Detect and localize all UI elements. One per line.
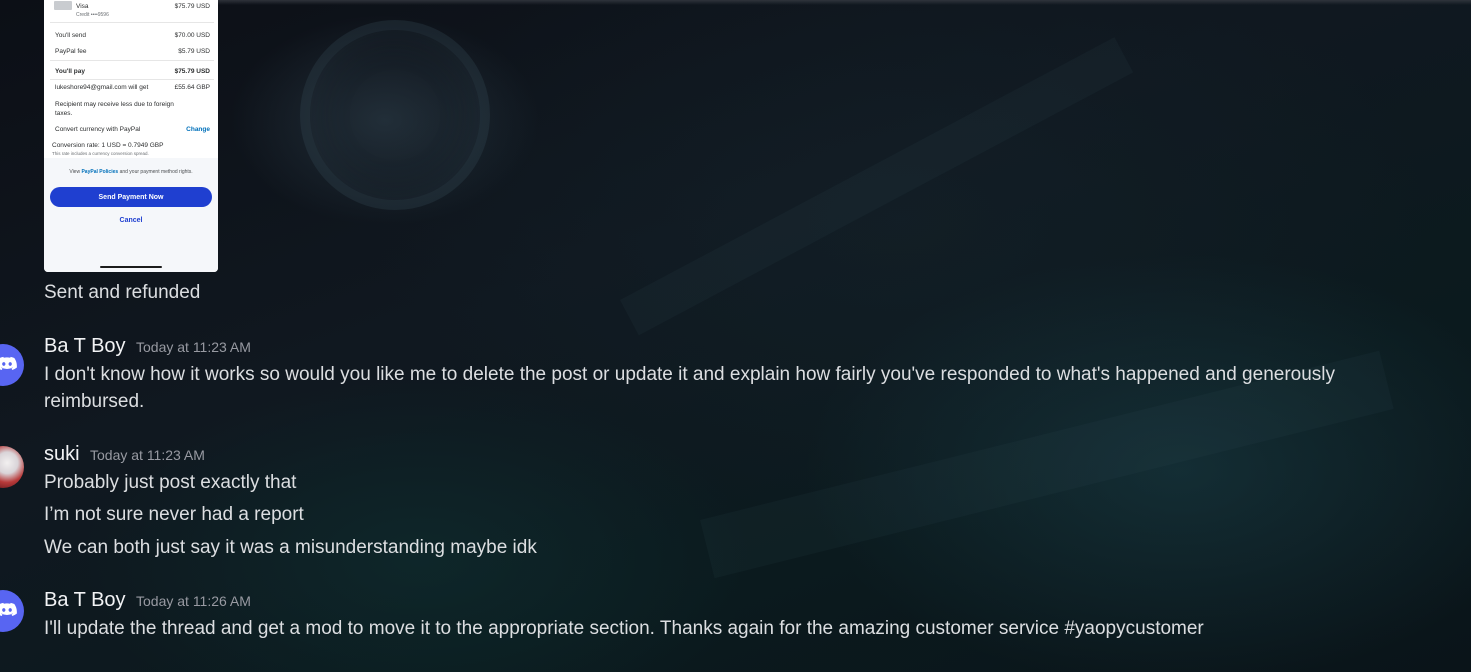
discord-logo-icon xyxy=(0,356,17,370)
divider xyxy=(50,60,214,61)
card-name: Visa xyxy=(76,3,89,10)
discord-logo-icon xyxy=(0,602,17,616)
image-attachment[interactable]: Visa $75.79 USD Credit ••••9596 You'll s… xyxy=(44,0,218,272)
username[interactable]: suki xyxy=(44,443,80,466)
message-timestamp: Today at 11:23 AM xyxy=(90,447,205,463)
send-value: $70.00 USD xyxy=(174,32,210,39)
convert-label: Convert currency with PayPal xyxy=(55,126,141,133)
top-edge-shadow xyxy=(210,0,1471,5)
policy-prefix: View xyxy=(69,169,81,175)
conversion-rate: Conversion rate: 1 USD = 0.7949 GBP xyxy=(52,142,164,149)
send-row: You'll send $70.00 USD xyxy=(55,32,210,39)
avatar[interactable] xyxy=(0,590,24,632)
fee-row: PayPal fee $5.79 USD xyxy=(55,48,210,55)
policy-line: View PayPal Policies and your payment me… xyxy=(44,169,218,175)
message-timestamp: Today at 11:26 AM xyxy=(136,593,251,609)
message-text: I don't know how it works so would you l… xyxy=(44,364,1336,412)
convert-row: Convert currency with PayPal Change xyxy=(55,126,210,133)
fee-label: PayPal fee xyxy=(55,48,87,55)
message-text: Sent and refunded xyxy=(44,282,201,303)
attachment-footer: View PayPal Policies and your payment me… xyxy=(44,158,218,272)
message-timestamp: Today at 11:23 AM xyxy=(136,339,251,355)
username[interactable]: Ba T Boy xyxy=(44,335,126,358)
send-label: You'll send xyxy=(55,32,86,39)
rate-note-row: This rate includes a currency conversion… xyxy=(52,151,210,156)
divider xyxy=(50,22,214,23)
foreign-note-row: Recipient may receive less due to foreig… xyxy=(55,100,188,118)
cancel-link-image: Cancel xyxy=(119,217,143,224)
card-sub: Credit ••••9596 xyxy=(76,12,109,18)
card-icon xyxy=(54,1,72,10)
avatar[interactable] xyxy=(0,446,24,488)
message-text: Probably just post exactly that xyxy=(44,472,297,493)
pay-value: $75.79 USD xyxy=(174,68,210,75)
rate-row: Conversion rate: 1 USD = 0.7949 GBP xyxy=(52,142,210,149)
send-payment-button-image: Send Payment Now xyxy=(50,187,212,207)
username[interactable]: Ba T Boy xyxy=(44,589,126,612)
card-sub-row: Credit ••••9596 xyxy=(76,12,210,18)
avatar[interactable] xyxy=(0,344,24,386)
message-text: I'll update the thread and get a mod to … xyxy=(44,618,1204,639)
fee-value: $5.79 USD xyxy=(178,48,210,55)
recipient-value: £55.64 GBP xyxy=(174,84,210,91)
card-row: Visa $75.79 USD xyxy=(76,3,210,10)
policy-suffix: and your payment method rights. xyxy=(119,169,193,175)
rate-note: This rate includes a currency conversion… xyxy=(52,151,149,156)
card-amount: $75.79 USD xyxy=(174,3,210,10)
pay-label: You'll pay xyxy=(55,68,85,75)
policy-link: PayPal Policies xyxy=(81,169,119,175)
message-text: We can both just say it was a misunderst… xyxy=(44,537,537,558)
foreign-note: Recipient may receive less due to foreig… xyxy=(55,101,174,117)
background-decoration xyxy=(620,37,1134,336)
background-decoration xyxy=(300,20,490,210)
recipient-label: lukeshore94@gmail.com will get xyxy=(55,84,149,91)
recipient-row: lukeshore94@gmail.com will get £55.64 GB… xyxy=(55,84,210,91)
message-text: I’m not sure never had a report xyxy=(44,504,304,525)
pay-row: You'll pay $75.79 USD xyxy=(55,68,210,75)
change-link: Change xyxy=(186,126,210,133)
home-indicator xyxy=(100,266,162,268)
divider xyxy=(50,79,214,80)
